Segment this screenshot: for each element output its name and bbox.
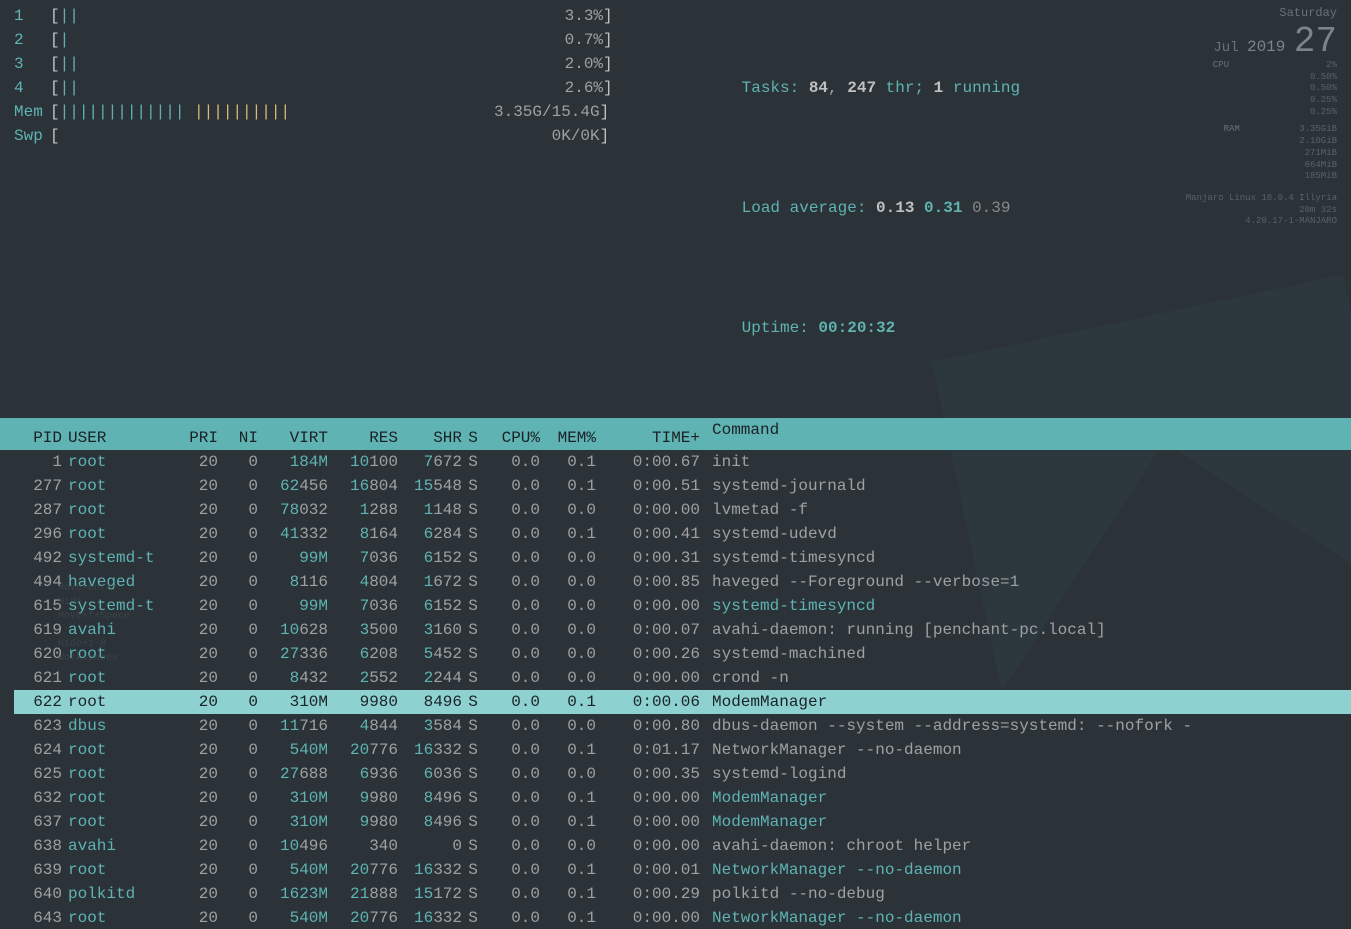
cpu-meter-3: 3[||2.0%]: [14, 52, 654, 76]
process-row[interactable]: 622root200310M99808496S0.00.10:00.06Mode…: [14, 690, 1351, 714]
process-row[interactable]: 638avahi200104963400S0.00.00:00.00avahi-…: [14, 834, 1351, 858]
process-row[interactable]: 1root200184M101007672S0.00.10:00.67init: [14, 450, 1351, 474]
stats-panel: Tasks: 84, 247 thr; 1 running Load avera…: [684, 4, 1020, 412]
process-row[interactable]: 277root200624561680415548S0.00.10:00.51s…: [14, 474, 1351, 498]
process-row[interactable]: 625root2002768869366036S0.00.00:00.35sys…: [14, 762, 1351, 786]
process-row[interactable]: 619avahi2001062835003160S0.00.00:00.07av…: [14, 618, 1351, 642]
tasks-line: Tasks: 84, 247 thr; 1 running: [684, 52, 1020, 124]
memory-meter: Mem[||||||||||||| ||||||||||3.35G/15.4G]: [14, 100, 654, 124]
process-row[interactable]: 624root200540M2077616332S0.00.10:01.17Ne…: [14, 738, 1351, 762]
process-row[interactable]: 287root2007803212881148S0.00.00:00.00lvm…: [14, 498, 1351, 522]
process-row[interactable]: 643root200540M2077616332S0.00.10:00.00Ne…: [14, 906, 1351, 929]
process-row[interactable]: 615systemd-t20099M70366152S0.00.00:00.00…: [14, 594, 1351, 618]
process-row[interactable]: 637root200310M99808496S0.00.10:00.00Mode…: [14, 810, 1351, 834]
process-row[interactable]: 632root200310M99808496S0.00.10:00.00Mode…: [14, 786, 1351, 810]
meters-panel: 1[||3.3%]2[|0.7%]3[||2.0%]4[||2.6%]Mem[|…: [14, 4, 654, 412]
process-row[interactable]: 620root2002733662085452S0.00.00:00.26sys…: [14, 642, 1351, 666]
process-row[interactable]: 494haveged200811648041672S0.00.00:00.85h…: [14, 570, 1351, 594]
load-line: Load average: 0.13 0.31 0.39: [684, 172, 1020, 244]
htop-header: 1[||3.3%]2[|0.7%]3[||2.0%]4[||2.6%]Mem[|…: [0, 0, 1351, 418]
cpu-meter-2: 2[|0.7%]: [14, 28, 654, 52]
process-header[interactable]: PIDUSERPRINIVIRTRESSHRSCPU%MEM%TIME+Comm…: [0, 418, 1351, 450]
process-row[interactable]: 639root200540M2077616332S0.00.10:00.01Ne…: [14, 858, 1351, 882]
process-row[interactable]: 621root200843225522244S0.00.00:00.00cron…: [14, 666, 1351, 690]
background-help-text: Move+Enter Hide Move+f+Space Hide+1-8 Wo…: [58, 582, 130, 666]
conky-system-widget: CPU 2%0.50%0.50%0.25%0.25%RAM 3.35GiB2.1…: [1186, 60, 1337, 228]
process-row[interactable]: 296root2004133281646284S0.00.10:00.41sys…: [14, 522, 1351, 546]
conky-clock-widget: Saturday Jul 2019 27: [1213, 6, 1337, 64]
process-list[interactable]: 1root200184M101007672S0.00.10:00.67init2…: [0, 450, 1351, 929]
uptime-line: Uptime: 00:20:32: [684, 292, 1020, 364]
process-row[interactable]: 492systemd-t20099M70366152S0.00.00:00.31…: [14, 546, 1351, 570]
process-row[interactable]: 640polkitd2001623M2188815172S0.00.10:00.…: [14, 882, 1351, 906]
swap-meter: Swp[0K/0K]: [14, 124, 654, 148]
cpu-meter-1: 1[||3.3%]: [14, 4, 654, 28]
cpu-meter-4: 4[||2.6%]: [14, 76, 654, 100]
process-row[interactable]: 623dbus2001171648443584S0.00.00:00.80dbu…: [14, 714, 1351, 738]
